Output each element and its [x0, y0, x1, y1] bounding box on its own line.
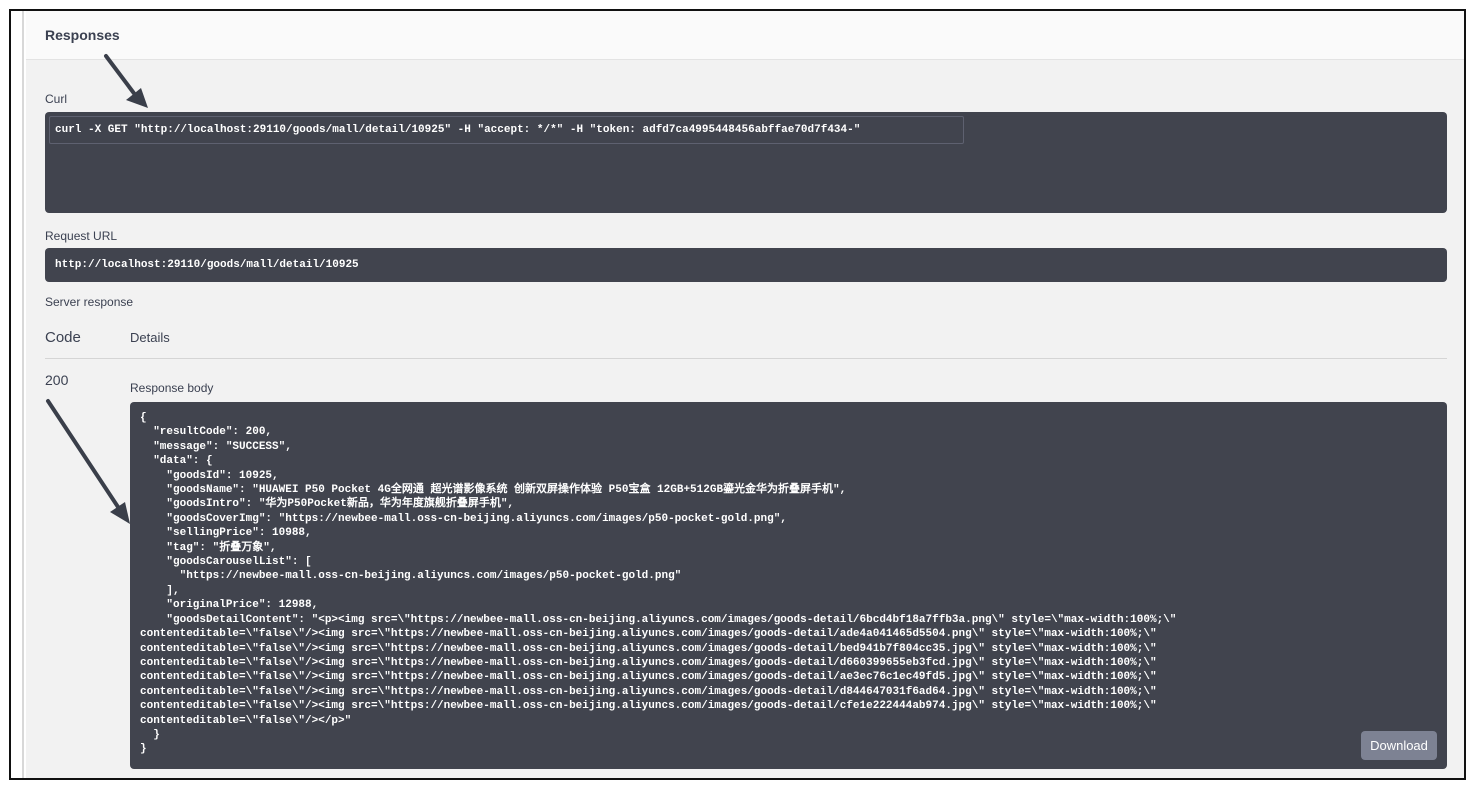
responses-frame: Responses Curl curl -X GET "http://local… [9, 9, 1466, 780]
download-button[interactable]: Download [1361, 731, 1437, 760]
header-divider [45, 358, 1447, 359]
curl-command[interactable]: curl -X GET "http://localhost:29110/good… [49, 116, 964, 144]
status-code: 200 [45, 372, 69, 388]
details-column-header: Details [130, 330, 170, 345]
curl-label: Curl [45, 92, 68, 106]
response-body-content[interactable]: { "resultCode": 200, "message": "SUCCESS… [140, 411, 1437, 757]
code-column-header: Code [45, 329, 81, 346]
responses-panel: Responses Curl curl -X GET "http://local… [26, 11, 1464, 778]
response-body-label: Response body [130, 381, 214, 395]
responses-header: Responses [26, 11, 1464, 60]
left-divider [22, 11, 24, 778]
server-response-label: Server response [45, 295, 134, 309]
request-url-label: Request URL [45, 229, 118, 243]
responses-title: Responses [45, 27, 120, 43]
curl-box: curl -X GET "http://localhost:29110/good… [45, 112, 1447, 213]
request-url-value[interactable]: http://localhost:29110/goods/mall/detail… [45, 248, 1447, 282]
response-body-box: { "resultCode": 200, "message": "SUCCESS… [130, 402, 1447, 769]
